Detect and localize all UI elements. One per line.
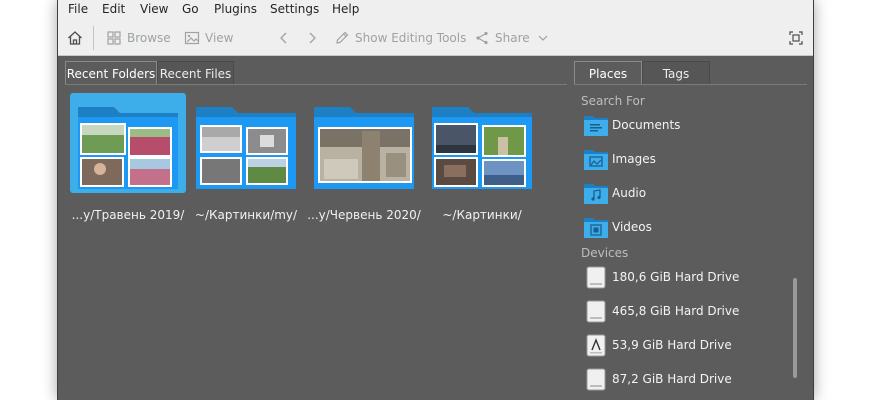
- videos-folder-icon: [584, 218, 608, 238]
- device-item[interactable]: 180,6 GiB Hard Drive: [582, 264, 782, 290]
- recent-folder-item[interactable]: [188, 93, 304, 193]
- share-label: Share: [495, 31, 530, 45]
- fullscreen-icon: [789, 31, 803, 45]
- home-button[interactable]: [66, 28, 84, 48]
- hard-drive-icon: [586, 368, 606, 391]
- audio-folder-icon: [584, 184, 608, 204]
- search-for-header: Search For: [581, 94, 645, 108]
- view-button[interactable]: View: [184, 28, 233, 48]
- menu-help[interactable]: Help: [332, 2, 359, 16]
- folder-label: ~/Картинки/: [442, 208, 522, 222]
- places-item-documents[interactable]: Documents: [582, 112, 782, 138]
- share-button[interactable]: Share: [474, 28, 550, 48]
- tab-recent-folders[interactable]: Recent Folders: [65, 61, 157, 85]
- main-toolbar: Browse View Show Editing Tools Share: [58, 20, 813, 56]
- menu-view[interactable]: View: [140, 2, 168, 16]
- browse-button[interactable]: Browse: [106, 28, 171, 48]
- toolbar-separator: [93, 26, 94, 50]
- linux-drive-icon: [586, 334, 606, 357]
- menu-file[interactable]: File: [68, 2, 88, 16]
- device-item[interactable]: 53,9 GiB Hard Drive: [582, 332, 782, 358]
- share-icon: [476, 31, 488, 45]
- show-editing-tools-button[interactable]: Show Editing Tools: [334, 28, 466, 48]
- next-button[interactable]: [304, 28, 320, 48]
- recent-folder-item[interactable]: [424, 93, 540, 193]
- folder-icon: [196, 107, 296, 189]
- places-item-videos[interactable]: Videos: [582, 214, 782, 240]
- tab-tags[interactable]: Tags: [642, 61, 710, 85]
- hard-drive-icon: [586, 266, 606, 289]
- places-item-label: Documents: [612, 118, 681, 132]
- menu-plugins[interactable]: Plugins: [214, 2, 257, 16]
- image-view-icon: [184, 31, 200, 45]
- chevron-right-icon: [309, 32, 316, 44]
- home-icon: [68, 31, 82, 45]
- browse-grid-icon: [107, 31, 121, 45]
- images-folder-icon: [584, 150, 608, 170]
- places-item-images[interactable]: Images: [582, 146, 782, 172]
- folder-label: ...y/Червень 2020/: [307, 208, 421, 222]
- menu-go[interactable]: Go: [182, 2, 199, 16]
- recent-folder-item[interactable]: [306, 93, 422, 193]
- folder-icon: [432, 107, 532, 189]
- folder-label: ...y/Травень 2019/: [71, 208, 185, 222]
- recent-folder-item[interactable]: [70, 93, 186, 193]
- chevron-down-icon: [538, 35, 548, 41]
- places-scrollbar[interactable]: [793, 278, 797, 378]
- folder-label: ~/Картинки/my/: [194, 208, 298, 222]
- device-item[interactable]: 87,2 GiB Hard Drive: [582, 366, 782, 392]
- device-label: 180,6 GiB Hard Drive: [612, 270, 740, 284]
- documents-folder-icon: [584, 116, 608, 136]
- menu-bar: File Edit View Go Plugins Settings Help: [58, 0, 813, 20]
- gwenview-window: File Edit View Go Plugins Settings Help …: [57, 0, 814, 400]
- folder-icon: [78, 107, 178, 189]
- hard-drive-icon: [586, 300, 606, 323]
- tab-underline: [574, 84, 807, 85]
- fullscreen-button[interactable]: [788, 28, 804, 48]
- tab-recent-files[interactable]: Recent Files: [157, 61, 234, 85]
- chevron-left-icon: [280, 32, 287, 44]
- tab-places[interactable]: Places: [574, 61, 642, 85]
- places-item-label: Videos: [612, 220, 652, 234]
- menu-settings[interactable]: Settings: [270, 2, 319, 16]
- folder-icon: [314, 107, 414, 189]
- device-label: 87,2 GiB Hard Drive: [612, 372, 732, 386]
- device-label: 465,8 GiB Hard Drive: [612, 304, 740, 318]
- device-label: 53,9 GiB Hard Drive: [612, 338, 732, 352]
- places-item-audio[interactable]: Audio: [582, 180, 782, 206]
- places-item-label: Audio: [612, 186, 647, 200]
- menu-edit[interactable]: Edit: [102, 2, 125, 16]
- devices-header: Devices: [581, 246, 629, 260]
- previous-button[interactable]: [276, 28, 292, 48]
- browse-label: Browse: [127, 31, 171, 45]
- show-editing-tools-label: Show Editing Tools: [355, 31, 467, 45]
- tab-underline: [65, 84, 567, 85]
- view-label: View: [205, 31, 234, 45]
- device-item[interactable]: 465,8 GiB Hard Drive: [582, 298, 782, 324]
- places-item-label: Images: [612, 152, 656, 166]
- pencil-icon: [336, 31, 349, 44]
